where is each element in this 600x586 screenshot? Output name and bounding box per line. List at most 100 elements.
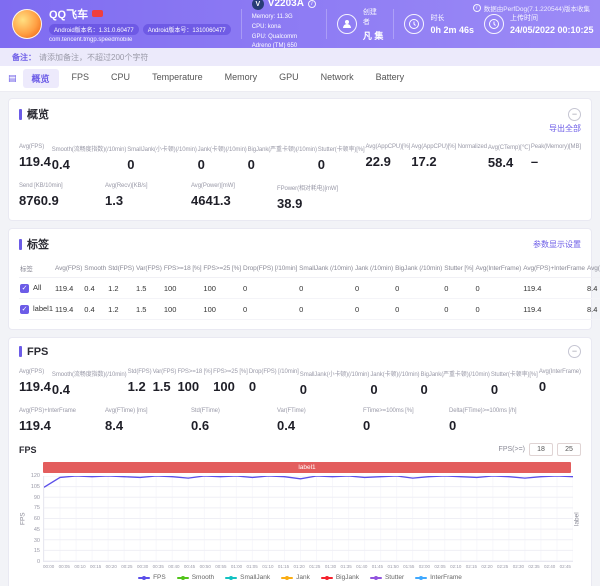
fps-chart-plot[interactable] xyxy=(43,476,573,562)
legend-item-Smooth[interactable]: Smooth xyxy=(177,574,214,581)
metric: BigJank(严重卡顿)(/10min)0 xyxy=(421,369,490,397)
metric-value: 8760.9 xyxy=(19,193,105,208)
tab-CPU[interactable]: CPU xyxy=(102,69,139,88)
person-icon xyxy=(337,14,357,34)
tab-Temperature[interactable]: Temperature xyxy=(143,69,212,88)
metric-label: Avg(FTime) [ms] xyxy=(105,408,191,414)
tab-Memory[interactable]: Memory xyxy=(216,69,267,88)
duration-label: 时长 xyxy=(430,13,474,23)
collapse-fps-button[interactable]: − xyxy=(568,345,581,358)
collapse-overview-button[interactable]: − xyxy=(568,108,581,121)
metric: Avg(AppCPU)[%] Normalized17.2 xyxy=(411,144,487,172)
column-header[interactable]: Var(FPS) xyxy=(135,259,163,278)
column-header[interactable]: Jank (/10min) xyxy=(354,259,394,278)
legend-item-Stutter[interactable]: Stutter xyxy=(370,574,404,581)
metric: FPS>=25 [%]100 xyxy=(213,369,248,397)
creator-value: 凡 集 xyxy=(363,29,384,42)
metric: Jank(卡顿)(/10min)0 xyxy=(370,369,419,397)
table-cell: 0 xyxy=(394,278,443,299)
fps-section-title: FPS xyxy=(27,346,48,358)
column-header[interactable]: FPS>=18 [%] xyxy=(163,259,203,278)
overview-panel: 概览 − 导出全部 Avg(FPS)119.4Smooth(流畅度指数)(/10… xyxy=(8,98,592,221)
column-header[interactable]: Avg(InterFrame) xyxy=(475,259,523,278)
legend-item-BigJank[interactable]: BigJank xyxy=(321,574,359,581)
column-header[interactable]: Smooth xyxy=(83,259,107,278)
metric-label: Std(FTime) xyxy=(191,408,277,414)
metric-value: 8.4 xyxy=(105,418,191,433)
x-tick-label: 01:00 xyxy=(231,564,242,569)
export-all-link[interactable]: 导出全部 xyxy=(549,124,581,133)
y-axis-title: FPS xyxy=(19,476,27,562)
x-tick-label: 00:35 xyxy=(153,564,164,569)
tab-Battery[interactable]: Battery xyxy=(367,69,414,88)
header-divider xyxy=(326,9,327,39)
android-version-code-pill: Android版本号：1310060477 xyxy=(143,24,231,35)
x-tick-label: 00:45 xyxy=(184,564,195,569)
table-cell: 0 xyxy=(443,299,474,320)
metric-value: 22.9 xyxy=(366,154,411,169)
header: i 数据由PerfDog(7.1.220544)版本收集 QQ飞车 Androi… xyxy=(0,0,600,48)
table-cell: 8.4 xyxy=(586,299,600,320)
clock-icon xyxy=(404,14,424,34)
tab-概览[interactable]: 概览 xyxy=(23,69,59,88)
x-tick-label: 02:35 xyxy=(528,564,539,569)
x-tick-label: 01:55 xyxy=(403,564,414,569)
x-tick-label: 02:10 xyxy=(450,564,461,569)
legend-item-FPS[interactable]: FPS xyxy=(138,574,166,581)
column-header[interactable]: Stutter [%] xyxy=(443,259,474,278)
metric-value: 100 xyxy=(177,379,212,394)
x-tick-label: 02:20 xyxy=(481,564,492,569)
legend-marker xyxy=(370,577,382,579)
table-cell: 0 xyxy=(242,278,298,299)
row-checkbox[interactable]: ✓ xyxy=(20,305,29,314)
metric-label: Avg(AppCPU)[%] Normalized xyxy=(411,144,487,150)
metric: Std(FTime)0.6 xyxy=(191,408,277,433)
column-header[interactable]: Avg(FPS)+InterFrame xyxy=(522,259,586,278)
metric-value: 0.4 xyxy=(52,382,127,397)
upload-time-label: 上传时间 xyxy=(510,13,594,23)
legend-label: FPS xyxy=(153,574,166,581)
x-tick-label: 00:10 xyxy=(74,564,85,569)
table-cell: 0 xyxy=(298,278,354,299)
tab-GPU[interactable]: GPU xyxy=(270,69,308,88)
column-header[interactable]: BigJank (/10min) xyxy=(394,259,443,278)
x-tick-label: 01:35 xyxy=(340,564,351,569)
param-display-settings-link[interactable]: 参数显示设置 xyxy=(533,239,581,250)
column-header[interactable]: SmallJank (/10min) xyxy=(298,259,354,278)
legend-item-Jank[interactable]: Jank xyxy=(281,574,310,581)
tab-FPS[interactable]: FPS xyxy=(63,69,99,88)
metric-label: Avg(FPS) xyxy=(19,144,51,150)
fps-threshold-low-input[interactable] xyxy=(529,443,553,456)
legend-item-InterFrame[interactable]: InterFrame xyxy=(415,574,462,581)
metric: Var(FTime)0.4 xyxy=(277,408,363,433)
device-info-icon[interactable]: i xyxy=(308,0,316,8)
row-checkbox[interactable]: ✓ xyxy=(20,284,29,293)
column-header[interactable]: Avg(FPS) xyxy=(54,259,83,278)
info-icon: i xyxy=(473,4,481,12)
metric-label: FPS>=18 [%] xyxy=(177,369,212,375)
device-gpu: GPU: Qualcomm Adreno (TM) 650 xyxy=(252,33,316,52)
metric: Avg(CTemp)[℃]58.4 xyxy=(488,144,530,172)
legend-item-SmallJank[interactable]: SmallJank xyxy=(225,574,270,581)
section-accent xyxy=(19,346,22,357)
x-tick-label: 01:40 xyxy=(356,564,367,569)
column-header[interactable]: Avg(FTime) xyxy=(586,259,600,278)
fps-threshold-high-input[interactable] xyxy=(557,443,581,456)
y-tick-label: 75 xyxy=(34,505,40,511)
column-header[interactable]: Std(FPS) xyxy=(107,259,135,278)
table-cell: 0 xyxy=(298,299,354,320)
nav-grid-icon: ▤ xyxy=(8,73,17,84)
y-tick-label: 30 xyxy=(34,538,40,544)
legend-label: Stutter xyxy=(385,574,404,581)
table-cell: 119.4 xyxy=(522,278,586,299)
device-model: V2203A xyxy=(268,0,304,12)
column-header[interactable]: FPS>=25 [%] xyxy=(202,259,242,278)
x-tick-label: 02:40 xyxy=(544,564,555,569)
table-cell: 0 xyxy=(354,299,394,320)
table-cell: 0 xyxy=(242,299,298,320)
column-header[interactable]: Drop(FPS) [/10min] xyxy=(242,259,298,278)
label1-annotation-band[interactable]: label1 xyxy=(43,462,571,473)
tab-Network[interactable]: Network xyxy=(312,69,363,88)
column-header[interactable]: 标签 xyxy=(19,259,54,278)
metric-label: SmallJank(小卡顿)(/10min) xyxy=(127,144,196,153)
